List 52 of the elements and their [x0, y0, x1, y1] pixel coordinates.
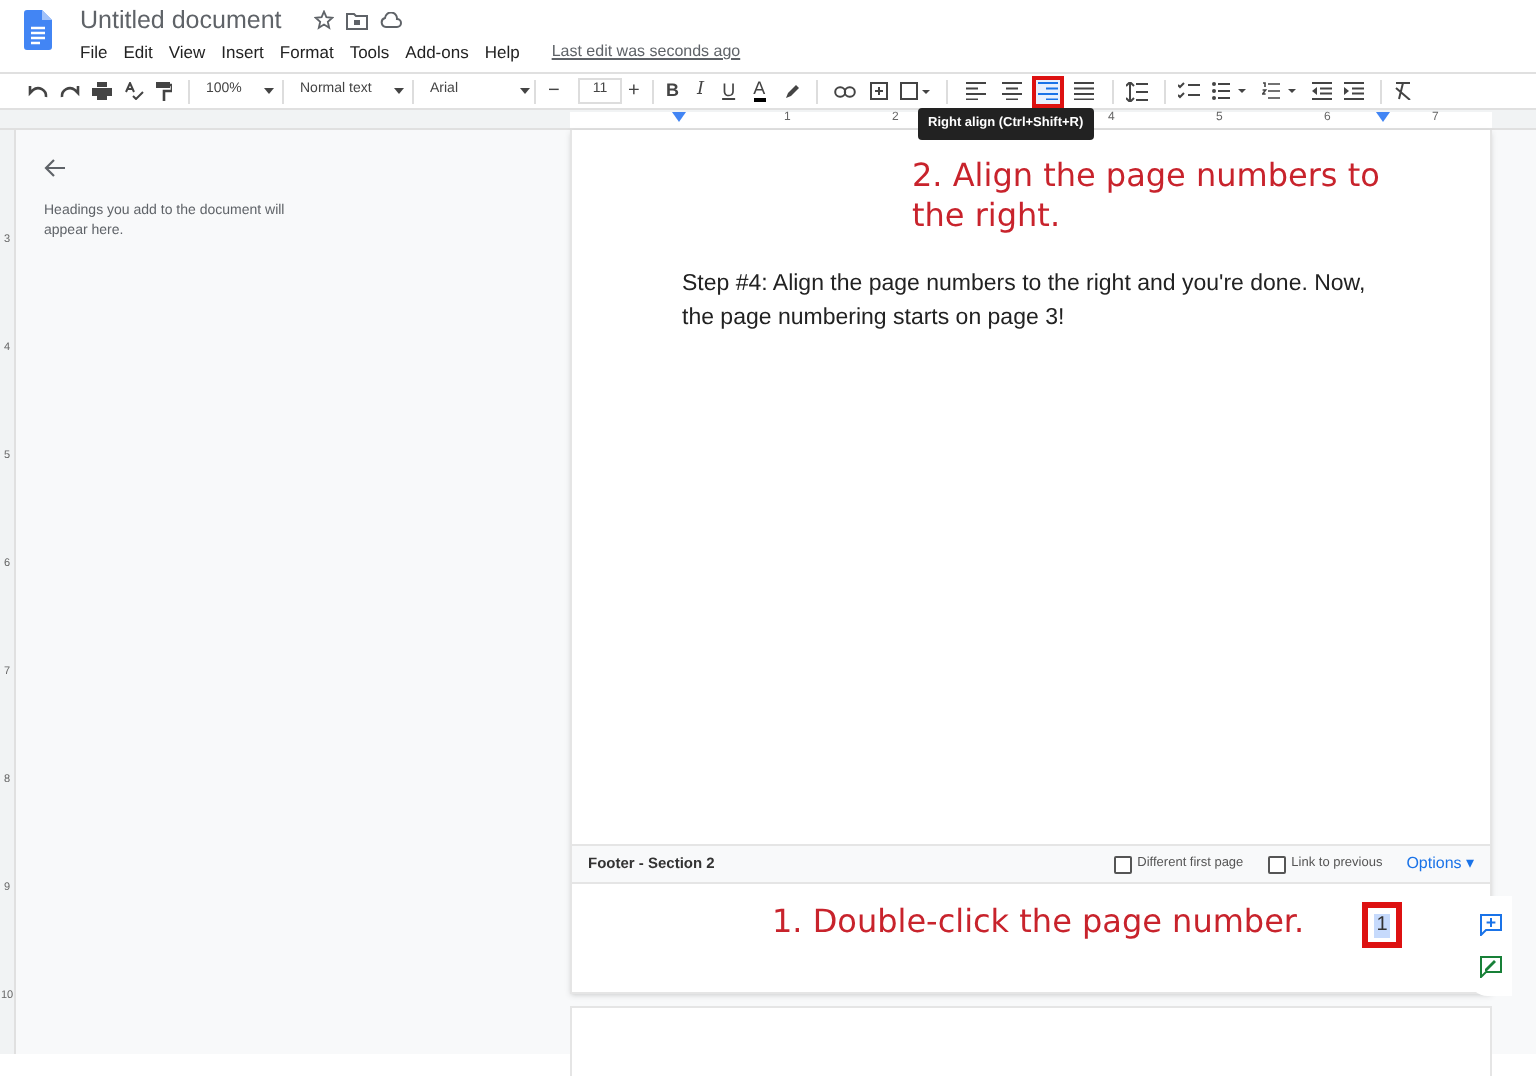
menu-item[interactable]: Format — [279, 39, 334, 65]
menu-item[interactable]: Help — [484, 39, 520, 65]
bold-button[interactable]: B — [666, 77, 679, 105]
checkbox[interactable] — [1267, 855, 1286, 873]
docs-logo-icon[interactable] — [24, 10, 52, 50]
decrease-indent-icon[interactable] — [1311, 82, 1332, 100]
decrease-font-size-button[interactable]: − — [548, 76, 572, 106]
spellcheck-icon[interactable] — [124, 82, 144, 100]
paint-format-icon[interactable] — [156, 81, 172, 101]
add-comment-icon[interactable] — [1479, 914, 1501, 936]
italic-button[interactable]: I — [697, 77, 705, 105]
caret-icon[interactable] — [394, 88, 404, 94]
back-arrow-icon[interactable] — [44, 158, 66, 178]
document-title[interactable]: Untitled document — [80, 1, 282, 39]
increase-font-size-button[interactable]: + — [628, 76, 652, 106]
indent-marker-icon[interactable] — [672, 112, 686, 122]
menu-item[interactable]: File — [80, 39, 108, 65]
line-spacing-icon[interactable] — [1125, 81, 1148, 101]
star-icon[interactable] — [313, 10, 334, 30]
text-color-button[interactable]: A — [753, 80, 766, 102]
redo-icon[interactable] — [60, 84, 80, 98]
menu-item[interactable]: Insert — [221, 39, 264, 65]
caret-icon[interactable] — [520, 88, 530, 94]
annotation-text: 1. Double-click the page number. — [772, 902, 1305, 942]
clear-formatting-icon[interactable] — [1393, 82, 1412, 100]
menu-item[interactable]: Edit — [123, 39, 153, 65]
add-comment-icon[interactable] — [869, 82, 888, 100]
indent-marker-icon[interactable] — [1376, 112, 1390, 122]
cloud-icon[interactable] — [379, 12, 402, 28]
link-icon[interactable] — [833, 85, 856, 97]
options-menu[interactable]: Options ▾ — [1406, 852, 1474, 876]
checkbox[interactable] — [1113, 855, 1132, 873]
highlighter-icon[interactable] — [783, 83, 800, 99]
folder-icon[interactable] — [345, 11, 368, 29]
align-button[interactable] — [1031, 75, 1064, 107]
menu-item[interactable]: Add-ons — [405, 39, 469, 65]
bulleted-list-icon[interactable] — [1211, 82, 1246, 100]
increase-indent-icon[interactable] — [1343, 82, 1364, 100]
annotation-text: 2. Align the page numbers to the right. — [912, 156, 1382, 236]
body-paragraph[interactable]: Step #4: Align the page numbers to the right and you're done. Now, the page numbering starts on page 3! — [682, 268, 1382, 336]
image-icon[interactable] — [899, 82, 930, 100]
last-edit-link[interactable]: Last edit was seconds ago — [551, 40, 741, 64]
checklist-icon[interactable] — [1177, 82, 1200, 100]
numbered-list-icon[interactable] — [1261, 82, 1296, 100]
undo-icon[interactable] — [28, 84, 48, 98]
page-number[interactable]: 1 — [1374, 913, 1390, 937]
print-icon[interactable] — [92, 82, 112, 100]
suggest-edit-icon[interactable] — [1479, 956, 1501, 978]
underline-button[interactable]: U — [722, 77, 736, 105]
menu-item[interactable]: Tools — [349, 39, 390, 65]
caret-icon[interactable] — [264, 88, 274, 94]
menu-item[interactable]: View — [168, 39, 206, 65]
